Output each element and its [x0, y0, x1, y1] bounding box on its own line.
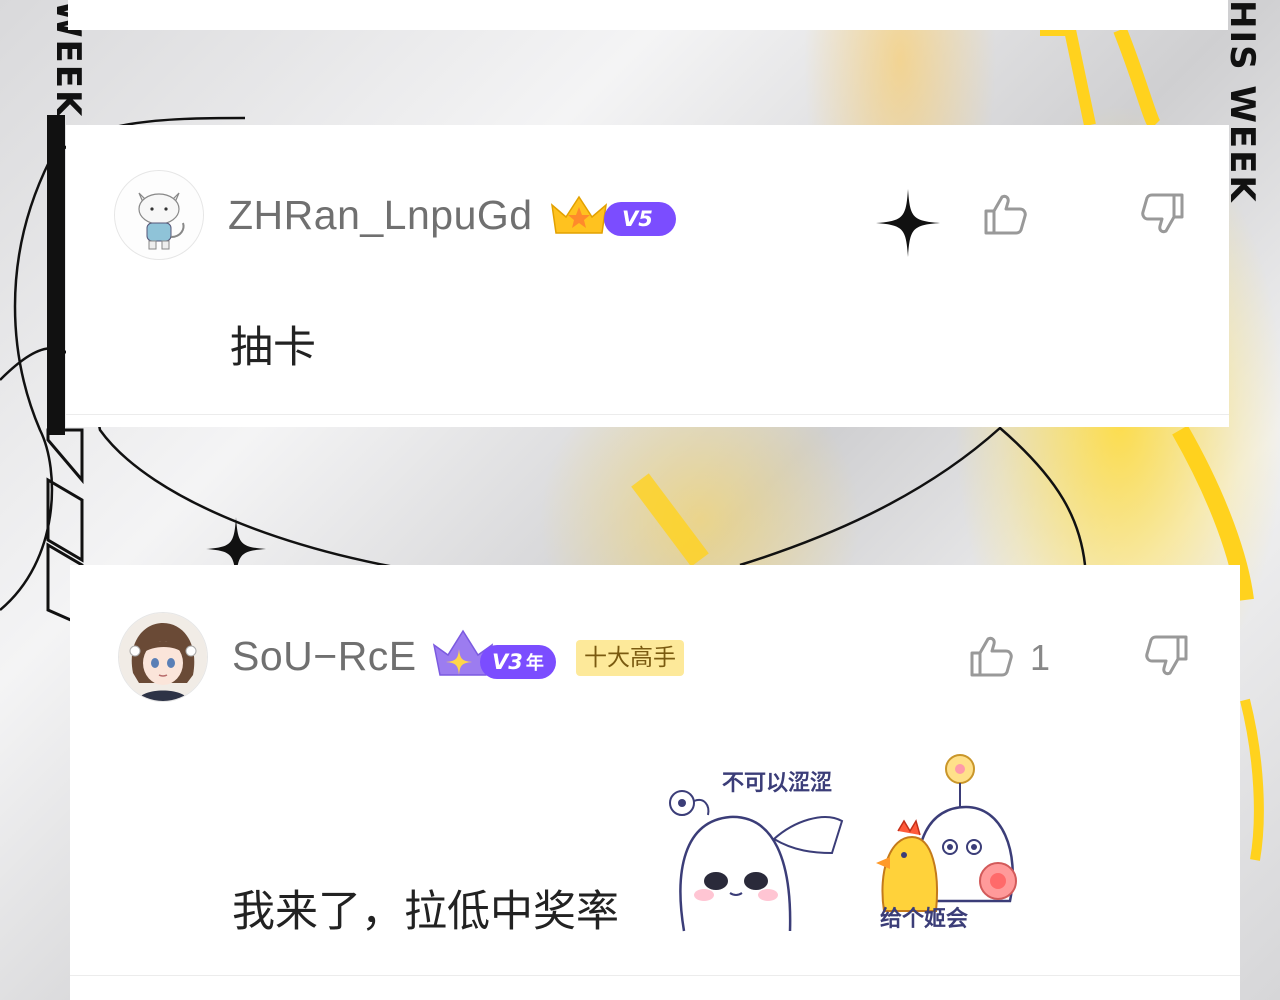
- comment-text: 抽卡: [230, 323, 316, 373]
- thumbs-up-icon[interactable]: [982, 191, 1028, 237]
- username[interactable]: ZHRan_LnpuGd: [228, 192, 533, 239]
- sticker-caption: 给个姬会: [880, 907, 969, 932]
- thumbs-down-icon[interactable]: [1140, 191, 1186, 237]
- rank-badge: 十大高手: [576, 640, 684, 676]
- vip-badge: V3 年: [480, 645, 556, 679]
- vip-badge: V5: [604, 202, 676, 236]
- avatar[interactable]: [118, 612, 208, 702]
- comment-card: ZHRan_LnpuGd V5 抽卡: [66, 125, 1229, 427]
- like-count: 1: [1030, 637, 1051, 678]
- gold-crown-icon: [550, 195, 608, 234]
- chicken-blob-sticker[interactable]: 给个姬会: [870, 751, 1030, 941]
- comment-card: SoU−RcE V3 年 十大高手 1 我来了，拉低中奖率 不可以涩涩 给个姬会: [70, 565, 1240, 1000]
- sparkle-icon: [876, 189, 940, 257]
- anime-girl-avatar-icon: [119, 613, 207, 701]
- username[interactable]: SoU−RcE: [232, 633, 417, 680]
- previous-card-bottom: [68, 0, 1228, 30]
- poke-blob-sticker[interactable]: 不可以涩涩: [664, 761, 854, 941]
- vip-year-suffix: 年: [525, 653, 544, 674]
- divider: [70, 975, 1240, 976]
- thumbs-up-icon[interactable]: [968, 633, 1014, 679]
- comment-text: 我来了，拉低中奖率: [232, 887, 619, 937]
- white-cat-avatar-icon: [115, 171, 203, 259]
- avatar[interactable]: [114, 170, 204, 260]
- thumbs-down-icon[interactable]: [1144, 633, 1190, 679]
- vip-level-label: V5: [622, 207, 653, 231]
- sticker-caption: 不可以涩涩: [722, 771, 833, 796]
- divider: [66, 414, 1229, 415]
- vip-level-label: V3: [492, 650, 523, 674]
